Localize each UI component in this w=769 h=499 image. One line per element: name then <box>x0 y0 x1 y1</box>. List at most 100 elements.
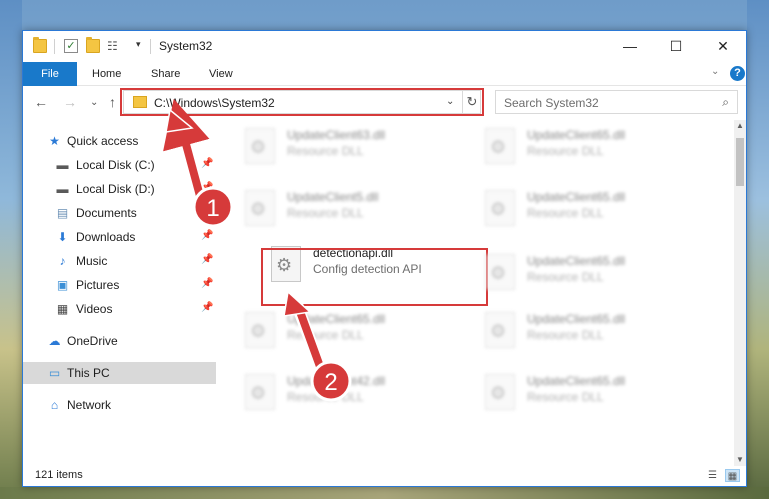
gear-icon: ⚙ <box>490 137 507 157</box>
up-arrow-icon: ↑ <box>109 94 116 110</box>
dll-file-icon: ⚙ <box>245 374 275 410</box>
gear-icon: ⚙ <box>490 321 507 341</box>
sidebar-item-label: Documents <box>76 206 137 220</box>
file-description: Resource DLL <box>287 328 364 342</box>
ribbon: File Home Share View ⌄ ? <box>23 62 746 86</box>
file-list: ⚙ UpdateClient63.dll Resource DLL ⚙ Upda… <box>219 120 734 466</box>
file-name: UpdateClient65.dll <box>287 312 386 326</box>
sidebar-item-local-disk-c[interactable]: ▬ Local Disk (C:) 📌 <box>23 154 216 176</box>
file-description: Resource DLL <box>287 390 364 404</box>
tab-share[interactable]: Share <box>151 62 180 86</box>
gear-icon: ⚙ <box>250 383 267 403</box>
desktop-background-bottom <box>0 487 769 499</box>
sidebar-item-music[interactable]: ♪ Music 📌 <box>23 250 216 272</box>
sidebar-item-label: Local Disk (D:) <box>76 182 155 196</box>
sidebar-item-label: OneDrive <box>67 334 118 348</box>
gear-icon: ⚙ <box>490 199 507 219</box>
sidebar-item-label: Music <box>76 254 108 268</box>
videos-icon: ▦ <box>56 302 69 316</box>
item-count: 121 items <box>35 469 83 481</box>
cloud-icon: ☁ <box>48 334 61 348</box>
tab-home[interactable]: Home <box>92 62 121 86</box>
recent-locations-button[interactable]: ⌄ <box>90 97 98 108</box>
close-button[interactable]: ✕ <box>700 31 746 61</box>
window-title: System32 <box>159 39 213 53</box>
sidebar-item-network[interactable]: ⌂ Network <box>23 394 216 416</box>
file-name: UpdateClient63.dll <box>287 128 386 142</box>
folder-icon[interactable] <box>33 37 47 53</box>
file-tab[interactable]: File <box>23 62 77 86</box>
pin-icon: 📌 <box>201 254 214 265</box>
navigation-pane: ★ Quick access ▬ Local Disk (C:) 📌 ▬ Loc… <box>23 120 216 466</box>
sidebar-item-this-pc[interactable]: ▭ This PC <box>23 362 216 384</box>
dll-file-icon: ⚙ <box>485 128 515 164</box>
details-view-icon[interactable]: ☰ <box>705 469 720 482</box>
sidebar-item-quick-access[interactable]: ★ Quick access <box>23 130 216 152</box>
desktop-background-left <box>0 0 22 499</box>
pin-icon: 📌 <box>201 230 214 241</box>
search-box[interactable]: Search System32 ⌕ <box>495 90 738 114</box>
up-button[interactable]: ↑ <box>109 94 116 110</box>
scroll-up-icon[interactable]: ▲ <box>734 120 746 132</box>
help-icon[interactable]: ? <box>730 66 745 81</box>
star-icon: ★ <box>49 134 60 148</box>
title-bar: ✓ ☷ ▾ System32 — ☐ ✕ <box>23 31 746 62</box>
file-name: UpdateClient65.dll <box>527 128 626 142</box>
pictures-icon: ▣ <box>56 278 69 292</box>
sidebar-item-videos[interactable]: ▦ Videos 📌 <box>23 298 216 320</box>
expand-ribbon-icon[interactable]: ⌄ <box>711 66 719 77</box>
sidebar-item-label: Pictures <box>76 278 120 292</box>
file-tile[interactable]: ⚙ UpdateClient65.dll Resource DLL <box>477 368 707 418</box>
dll-file-icon: ⚙ <box>485 190 515 226</box>
tiles-view-icon[interactable]: ▦ <box>725 469 740 482</box>
dll-file-icon: ⚙ <box>485 312 515 348</box>
customize-icon[interactable]: ☷ <box>107 39 121 53</box>
sidebar-item-documents[interactable]: ▤ Documents 📌 <box>23 202 216 224</box>
pin-icon: 📌 <box>201 206 214 217</box>
forward-button[interactable]: → <box>63 94 77 110</box>
vertical-scrollbar[interactable]: ▲ ▼ <box>734 120 746 466</box>
gear-icon: ⚙ <box>490 383 507 403</box>
scroll-thumb[interactable] <box>736 138 744 186</box>
sidebar-item-onedrive[interactable]: ☁ OneDrive <box>23 330 216 352</box>
desktop-background-right <box>747 0 769 499</box>
new-folder-icon[interactable] <box>86 37 100 53</box>
pin-icon: 📌 <box>201 302 214 313</box>
sidebar-item-downloads[interactable]: ⬇ Downloads 📌 <box>23 226 216 248</box>
pin-icon: 📌 <box>201 158 214 169</box>
file-name: UpdateClient65.dll <box>527 190 626 204</box>
file-name: UpdateClient65.dll <box>527 254 626 268</box>
file-description: Resource DLL <box>527 390 604 404</box>
file-description: Resource DLL <box>527 328 604 342</box>
file-tile[interactable]: ⚙ UpdateClient5.dll Resource DLL <box>237 184 467 234</box>
file-name: UpdateClient5.dll <box>287 190 379 204</box>
gear-icon: ⚙ <box>490 263 507 283</box>
scroll-down-icon[interactable]: ▼ <box>734 454 746 466</box>
network-icon: ⌂ <box>50 398 59 412</box>
address-highlight-box <box>120 88 484 116</box>
divider <box>54 39 55 54</box>
file-tile[interactable]: ⚙ UpdateClient65.dll Resource DLL <box>477 122 707 172</box>
dll-file-icon: ⚙ <box>245 190 275 226</box>
sidebar-item-pictures[interactable]: ▣ Pictures 📌 <box>23 274 216 296</box>
file-tile[interactable]: ⚙ UpdateClient42.dll Resource DLL <box>237 368 467 418</box>
file-name: UpdateClient42.dll <box>287 374 386 388</box>
file-tile[interactable]: ⚙ UpdateClient65.dll Resource DLL <box>477 184 707 234</box>
minimize-button[interactable]: — <box>607 31 653 61</box>
divider <box>150 39 151 54</box>
drive-icon: ▬ <box>56 182 69 196</box>
file-description: Resource DLL <box>287 206 364 220</box>
maximize-button[interactable]: ☐ <box>653 31 699 61</box>
search-icon[interactable]: ⌕ <box>722 95 729 110</box>
search-input[interactable]: Search System32 <box>504 96 599 110</box>
file-description: Resource DLL <box>287 144 364 158</box>
file-tile[interactable]: ⚙ UpdateClient65.dll Resource DLL <box>477 306 707 356</box>
file-tile[interactable]: ⚙ UpdateClient63.dll Resource DLL <box>237 122 467 172</box>
sidebar-item-local-disk-d[interactable]: ▬ Local Disk (D:) 📌 <box>23 178 216 200</box>
properties-check-icon[interactable]: ✓ <box>64 39 78 53</box>
file-tile[interactable]: ⚙ UpdateClient65.dll Resource DLL <box>477 248 707 298</box>
file-tile[interactable]: ⚙ UpdateClient65.dll Resource DLL <box>237 306 467 356</box>
quick-access-toolbar-dropdown[interactable]: ▾ <box>136 39 141 50</box>
back-button[interactable]: ← <box>34 94 48 110</box>
tab-view[interactable]: View <box>209 62 233 86</box>
